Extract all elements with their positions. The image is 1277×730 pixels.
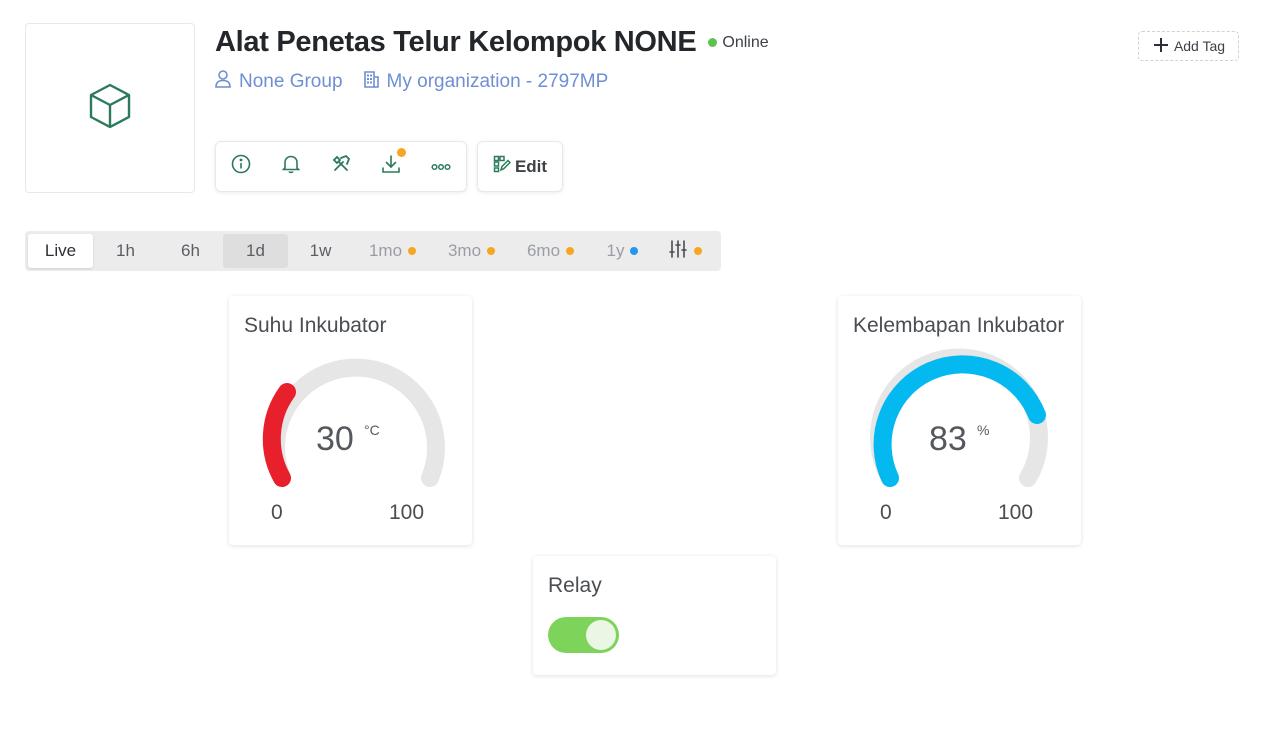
- gauge-track-arc: [267, 358, 445, 487]
- download-button[interactable]: [366, 142, 416, 191]
- range-tab-3mo[interactable]: 3mo: [432, 234, 511, 268]
- status-label: Online: [722, 33, 769, 51]
- widget-title: Relay: [548, 574, 602, 597]
- range-label: Live: [44, 241, 77, 260]
- range-tab-6h[interactable]: 6h: [158, 234, 223, 268]
- gauge-unit: °C: [364, 422, 380, 438]
- upgrade-dot-icon: [566, 247, 575, 255]
- time-range-selector: Live 1h 6h 1d 1w 1mo 3mo 6mo 1y: [25, 231, 721, 271]
- tools-button[interactable]: [316, 142, 366, 191]
- custom-range-button[interactable]: [655, 234, 715, 268]
- group-label: None Group: [239, 71, 343, 92]
- range-label: 1w: [309, 241, 332, 260]
- edit-dashboard-icon: [493, 155, 515, 178]
- range-label: 1h: [116, 241, 135, 260]
- download-badge: [397, 148, 406, 157]
- device-header: Alat Penetas Telur Kelompok NONE Online: [215, 26, 769, 59]
- humidity-gauge-widget[interactable]: Kelembapan Inkubator 83 % 0 100: [838, 296, 1081, 545]
- gauge-min: 0: [880, 501, 892, 524]
- building-icon: [363, 70, 387, 94]
- tools-icon: [331, 154, 351, 179]
- user-icon: [215, 70, 239, 94]
- range-tab-1h[interactable]: 1h: [93, 234, 158, 268]
- upgrade-dot-icon: [630, 247, 639, 255]
- notifications-button[interactable]: [266, 142, 316, 191]
- range-tab-1y[interactable]: 1y: [590, 234, 655, 268]
- range-label: 6h: [181, 241, 200, 260]
- info-icon: [231, 154, 251, 179]
- device-meta: None Group My organization - 2797MP: [215, 70, 608, 94]
- range-tab-1w[interactable]: 1w: [288, 234, 353, 268]
- range-label: 1d: [246, 241, 265, 260]
- range-label: 1mo: [368, 241, 403, 260]
- gauge-value: 83: [929, 420, 967, 458]
- edit-button[interactable]: Edit: [477, 141, 563, 192]
- status-badge: Online: [708, 33, 769, 52]
- add-tag-label: Add Tag: [1173, 38, 1226, 54]
- gauge-unit: %: [977, 422, 990, 438]
- cube-icon: [87, 82, 133, 135]
- device-action-bar: [215, 141, 467, 192]
- range-label: 1y: [606, 241, 625, 260]
- more-icon: [431, 158, 451, 176]
- organization-label: My organization - 2797MP: [386, 71, 609, 92]
- range-tab-1mo[interactable]: 1mo: [353, 234, 432, 268]
- range-tab-1d[interactable]: 1d: [223, 234, 288, 268]
- range-tab-live[interactable]: Live: [28, 234, 93, 268]
- add-tag-button[interactable]: Add Tag: [1138, 31, 1239, 61]
- more-button[interactable]: [416, 142, 466, 191]
- info-button[interactable]: [216, 142, 266, 191]
- bell-icon: [281, 154, 301, 179]
- download-icon: [381, 154, 401, 179]
- range-tab-6mo[interactable]: 6mo: [511, 234, 590, 268]
- group-link[interactable]: None Group: [215, 70, 343, 94]
- edit-label: Edit: [514, 156, 548, 176]
- gauge-min: 0: [271, 501, 283, 524]
- relay-switch-widget: Relay: [533, 556, 776, 675]
- gauge-value: 30: [316, 420, 354, 458]
- device-thumbnail: [25, 23, 195, 193]
- upgrade-dot-icon: [694, 247, 702, 255]
- toggle-knob[interactable]: [586, 620, 616, 650]
- gauge-max: 100: [998, 501, 1034, 524]
- upgrade-dot-icon: [487, 247, 496, 255]
- range-label: 3mo: [447, 241, 482, 260]
- device-title: Alat Penetas Telur Kelompok NONE: [215, 26, 697, 58]
- sliders-icon: [668, 239, 688, 264]
- plus-icon: [1152, 36, 1174, 57]
- organization-link[interactable]: My organization - 2797MP: [363, 70, 609, 94]
- gauge-max: 100: [389, 501, 425, 524]
- upgrade-dot-icon: [408, 247, 417, 255]
- online-dot-icon: [708, 38, 718, 47]
- temperature-gauge-widget[interactable]: Suhu Inkubator 30 °C 0 100: [229, 296, 472, 545]
- relay-toggle[interactable]: [548, 617, 619, 653]
- range-label: 6mo: [526, 241, 561, 260]
